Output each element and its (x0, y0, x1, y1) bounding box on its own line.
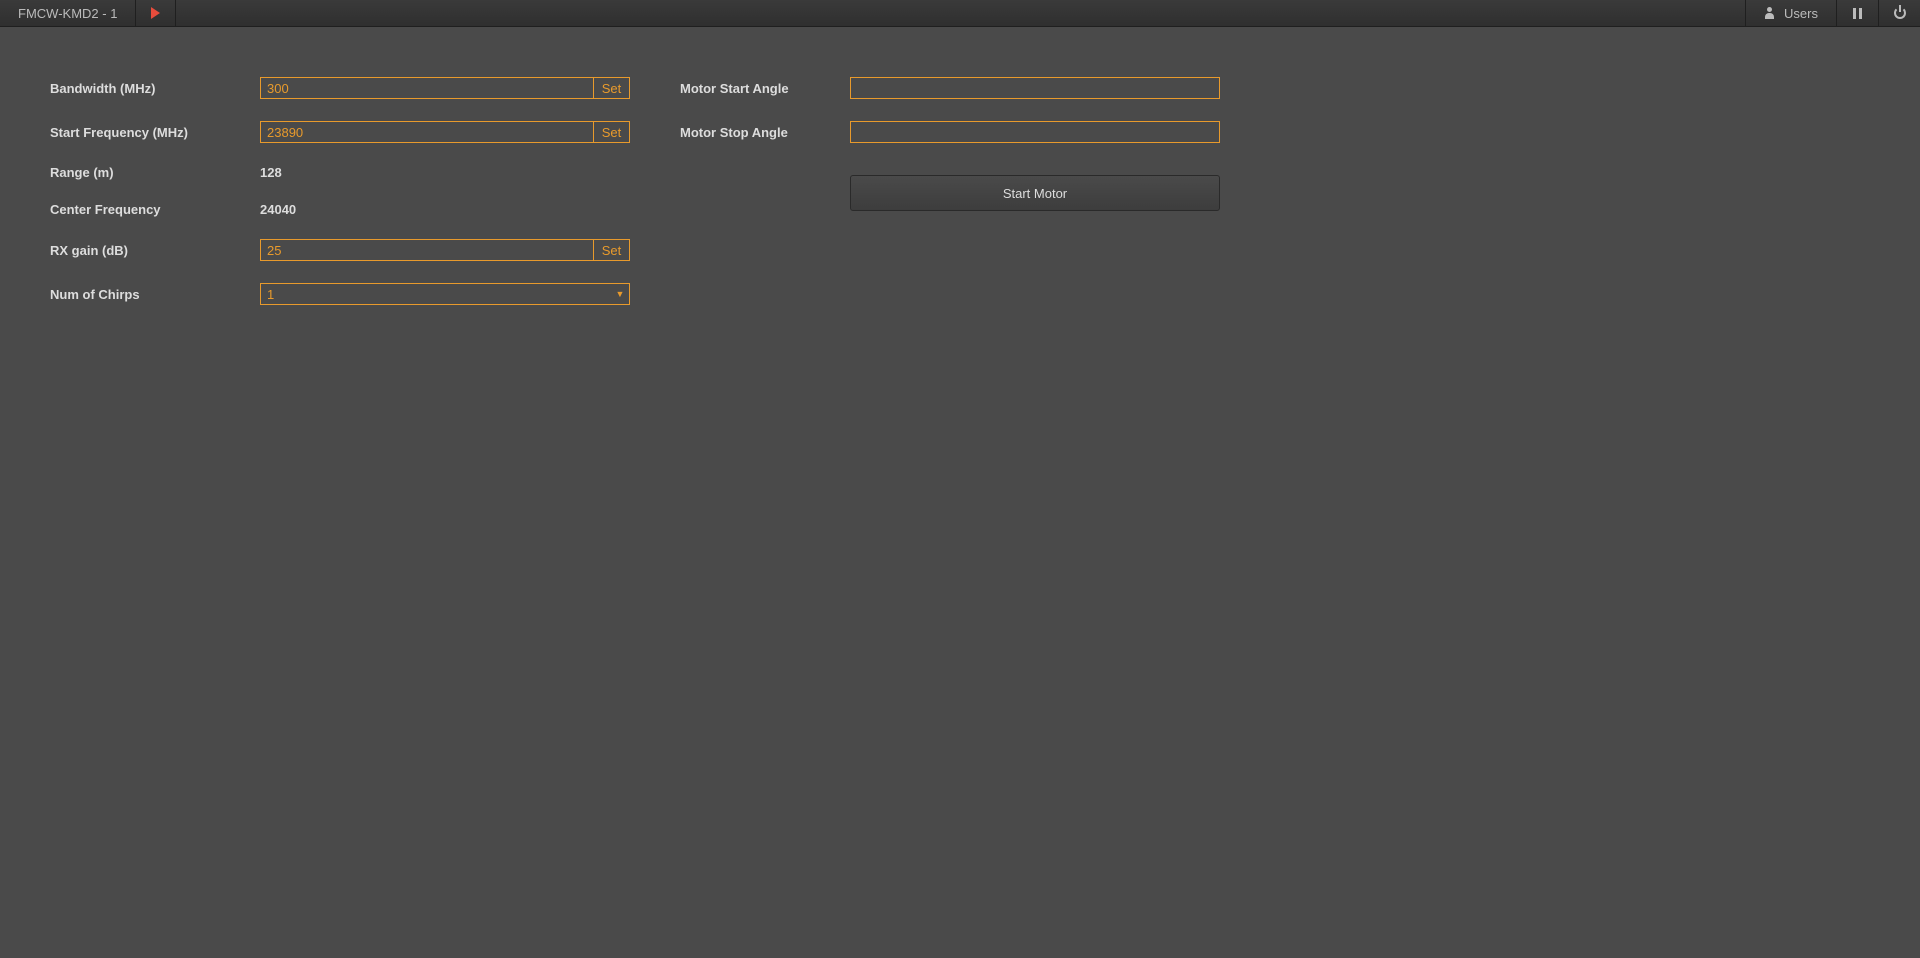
bandwidth-input-group: Set (260, 77, 630, 99)
pause-icon (1853, 8, 1862, 19)
num-chirps-label: Num of Chirps (50, 287, 260, 302)
motor-stop-angle-input[interactable] (850, 121, 1220, 143)
topbar-left: FMCW-KMD2 - 1 (0, 0, 176, 26)
row-num-chirps: Num of Chirps 1 ▼ (50, 283, 630, 305)
row-rx-gain: RX gain (dB) Set (50, 239, 630, 261)
row-motor-stop-angle: Motor Stop Angle (680, 121, 1220, 143)
tab-title[interactable]: FMCW-KMD2 - 1 (0, 0, 136, 26)
num-chirps-value: 1 (261, 287, 611, 302)
rx-gain-set-button[interactable]: Set (593, 240, 629, 260)
power-button[interactable] (1878, 0, 1920, 26)
start-motor-button[interactable]: Start Motor (850, 175, 1220, 211)
rx-gain-input-group: Set (260, 239, 630, 261)
power-icon (1894, 7, 1906, 19)
row-start-frequency: Start Frequency (MHz) Set (50, 121, 630, 143)
form-columns: Bandwidth (MHz) Set Start Frequency (MHz… (50, 77, 1880, 305)
start-frequency-set-button[interactable]: Set (593, 122, 629, 142)
center-frequency-label: Center Frequency (50, 202, 260, 217)
motor-start-angle-label: Motor Start Angle (680, 81, 850, 96)
range-label: Range (m) (50, 165, 260, 180)
motor-stop-angle-label: Motor Stop Angle (680, 125, 850, 140)
play-button[interactable] (136, 0, 176, 26)
num-chirps-select[interactable]: 1 ▼ (260, 283, 630, 305)
row-bandwidth: Bandwidth (MHz) Set (50, 77, 630, 99)
row-range: Range (m) 128 (50, 165, 630, 180)
bandwidth-input[interactable] (261, 78, 593, 98)
range-value: 128 (260, 165, 282, 180)
user-icon (1764, 7, 1776, 19)
users-label: Users (1784, 6, 1818, 21)
row-center-frequency: Center Frequency 24040 (50, 202, 630, 217)
form-column-left: Bandwidth (MHz) Set Start Frequency (MHz… (50, 77, 630, 305)
play-icon (151, 7, 160, 19)
row-motor-start-angle: Motor Start Angle (680, 77, 1220, 99)
start-frequency-label: Start Frequency (MHz) (50, 125, 260, 140)
start-frequency-input-group: Set (260, 121, 630, 143)
topbar-right: Users (1745, 0, 1920, 26)
start-frequency-input[interactable] (261, 122, 593, 142)
rx-gain-label: RX gain (dB) (50, 243, 260, 258)
form-column-right: Motor Start Angle Motor Stop Angle Start… (680, 77, 1220, 305)
bandwidth-label: Bandwidth (MHz) (50, 81, 260, 96)
rx-gain-input[interactable] (261, 240, 593, 260)
pause-button[interactable] (1836, 0, 1878, 26)
motor-start-angle-input[interactable] (850, 77, 1220, 99)
center-frequency-value: 24040 (260, 202, 296, 217)
bandwidth-set-button[interactable]: Set (593, 78, 629, 98)
users-button[interactable]: Users (1745, 0, 1836, 26)
chevron-down-icon: ▼ (611, 289, 629, 299)
topbar: FMCW-KMD2 - 1 Users (0, 0, 1920, 27)
tab-title-label: FMCW-KMD2 - 1 (18, 6, 117, 21)
main-content: Bandwidth (MHz) Set Start Frequency (MHz… (0, 27, 1920, 345)
